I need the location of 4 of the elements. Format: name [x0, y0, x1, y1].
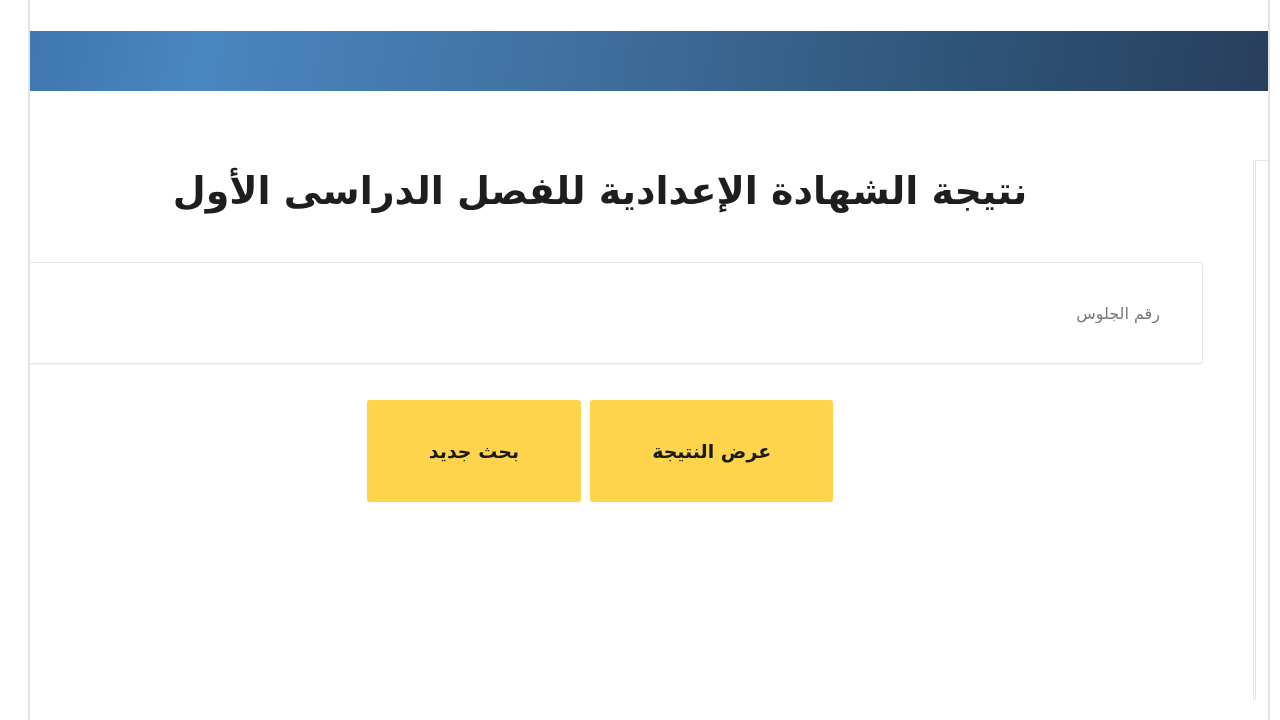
- action-button[interactable]: عرض النتيجة: [590, 400, 834, 502]
- seat-number-field[interactable]: رقم الجلوس: [30, 262, 1203, 364]
- page-title: نتيجة الشهادة الإعدادية للفصل الدراسى الأول: [171, 167, 1029, 215]
- action-button[interactable]: بحث جديد: [366, 400, 582, 502]
